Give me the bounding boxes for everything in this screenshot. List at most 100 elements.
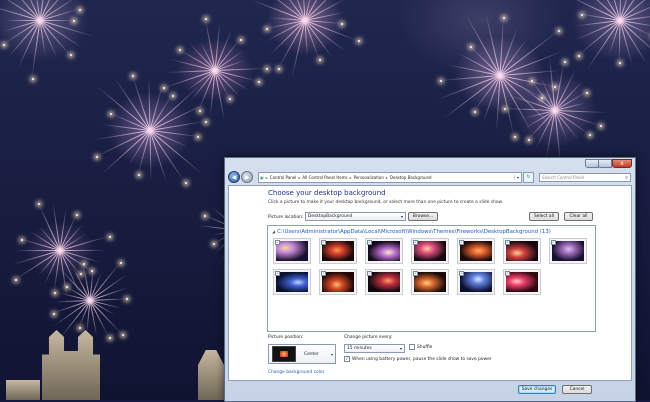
wallpaper-thumbnail[interactable]: ✓ [549, 238, 587, 264]
chevron-down-icon: ▾ [400, 214, 403, 219]
firework-ray [148, 78, 151, 131]
wallpaper-thumbnail[interactable]: ✓ [273, 269, 311, 295]
breadcrumb-item[interactable]: Personalization [354, 175, 384, 180]
search-icon[interactable]: ⚲ [625, 175, 628, 180]
wallpaper-thumbnail[interactable]: ✓ [273, 238, 311, 264]
thumbnail-checkbox[interactable]: ✓ [459, 271, 464, 276]
thumbnail-checkbox[interactable]: ✓ [413, 240, 418, 245]
address-bar[interactable]: ▣ ▸ Control Panel ▸ All Control Panel It… [258, 171, 522, 183]
wallpaper-thumbnail[interactable]: ✓ [503, 269, 541, 295]
back-button[interactable]: ◀ [228, 171, 240, 183]
breadcrumb-item[interactable]: Control Panel [270, 175, 297, 180]
refresh-button[interactable]: ↻ [523, 171, 534, 183]
firework-spark [54, 291, 57, 294]
thumbnail-checkbox[interactable]: ✓ [505, 271, 510, 276]
firework-ray [499, 75, 515, 137]
breadcrumb-item[interactable]: Desktop Background [390, 175, 432, 180]
thumbnail-checkbox[interactable]: ✓ [321, 271, 326, 276]
picture-position-select[interactable]: Center ▾ [268, 344, 336, 364]
fireworks-image [276, 272, 308, 292]
thumbnail-checkbox[interactable]: ✓ [505, 240, 510, 245]
picture-location-value: DesktopBackground [308, 214, 353, 219]
firework-spark [52, 312, 55, 315]
firework-spark [171, 94, 174, 97]
wallpaper-thumbnail[interactable]: ✓ [503, 238, 541, 264]
picture-position-value: Center [304, 351, 319, 357]
select-all-button[interactable]: Select all [529, 212, 559, 221]
fireworks-image [368, 241, 400, 261]
wallpaper-thumbnail[interactable]: ✓ [319, 238, 357, 264]
minimize-button[interactable] [585, 159, 599, 168]
fireworks-image [552, 241, 584, 261]
shuffle-label: Shuffle [417, 344, 433, 350]
search-input[interactable]: Search Control Panel ⚲ [539, 172, 631, 182]
thumbnail-checkbox[interactable]: ✓ [459, 240, 464, 245]
breadcrumb-item[interactable]: All Control Panel Items [302, 175, 347, 180]
firework-spark [577, 55, 580, 58]
picture-location-select[interactable]: DesktopBackground ▾ [305, 212, 406, 221]
cancel-button[interactable]: Cancel [562, 385, 592, 394]
chevron-down-icon[interactable]: ▾ [514, 174, 521, 180]
firework-spark [586, 91, 589, 94]
tower-right [198, 350, 224, 400]
thumbnail-checkbox[interactable]: ✓ [367, 271, 372, 276]
folder-group-header[interactable]: ◢ C:\Users\Administrator\AppData\Local\Mi… [272, 229, 551, 235]
picture-gallery[interactable]: ◢ C:\Users\Administrator\AppData\Local\Mi… [267, 225, 596, 332]
battery-pause-label: When using battery power, pause the slid… [352, 356, 492, 362]
desktop-background-window: x ◀ ▶ ▣ ▸ Control Panel ▸ All Control Pa… [224, 157, 636, 402]
firework-spark [473, 110, 476, 113]
thumbnail-checkbox[interactable]: ✓ [321, 240, 326, 245]
thumbnail-checkbox[interactable]: ✓ [367, 240, 372, 245]
firework-spark [205, 120, 208, 123]
wallpaper-thumbnail[interactable]: ✓ [365, 269, 403, 295]
forward-button[interactable]: ▶ [241, 171, 253, 183]
shuffle-checkbox[interactable]: Shuffle [409, 344, 432, 350]
page-title: Choose your desktop background [268, 189, 386, 197]
wallpaper-thumbnail[interactable]: ✓ [365, 238, 403, 264]
firework-spark [3, 43, 6, 46]
wallpaper-thumbnail[interactable]: ✓ [319, 269, 357, 295]
close-button[interactable]: x [612, 159, 632, 168]
tower-far-left [6, 380, 40, 400]
arrow-right-icon: ▶ [244, 173, 250, 181]
firework-ray [499, 75, 555, 88]
picture-position-label: Picture position: [268, 335, 304, 340]
thumbnail-checkbox[interactable]: ✓ [413, 271, 418, 276]
thumbnail-checkbox[interactable]: ✓ [551, 240, 556, 245]
change-background-color-link[interactable]: Change background color [268, 370, 324, 375]
collapse-icon[interactable]: ◢ [272, 229, 275, 234]
firework-spark [205, 18, 208, 21]
clear-all-button[interactable]: Clear all [564, 212, 593, 221]
thumbnail-checkbox[interactable]: ✓ [275, 271, 280, 276]
firework-spark [503, 107, 506, 110]
breadcrumb-separator: ▸ [385, 174, 388, 180]
wallpaper-thumbnail[interactable]: ✓ [457, 238, 495, 264]
maximize-button[interactable] [598, 159, 612, 168]
firework-spark [278, 67, 281, 70]
firework-spark [266, 67, 269, 70]
firework-spark [108, 336, 111, 339]
breadcrumb-separator: ▸ [349, 174, 352, 180]
wallpaper-thumbnail[interactable]: ✓ [411, 269, 449, 295]
change-interval-select[interactable]: 15 minutes ▾ [344, 344, 405, 353]
firework-ray [618, 20, 621, 63]
firework-spark [38, 202, 41, 205]
save-changes-button[interactable]: Save changes [518, 385, 556, 394]
firework-spark [120, 262, 123, 265]
browse-button[interactable]: Browse... [408, 212, 438, 221]
firework-spark [440, 79, 443, 82]
dialog-footer: Save changes Cancel [228, 381, 632, 399]
checkbox-icon: ✓ [344, 356, 350, 362]
fireworks-image [368, 272, 400, 292]
fireworks-image [322, 272, 354, 292]
thumbnail-checkbox[interactable]: ✓ [275, 240, 280, 245]
battery-pause-checkbox[interactable]: ✓ When using battery power, pause the sl… [344, 356, 492, 362]
control-panel-icon: ▣ [260, 174, 264, 180]
wallpaper-thumbnail[interactable]: ✓ [411, 238, 449, 264]
firework-spark [78, 8, 81, 11]
navigation-bar: ◀ ▶ ▣ ▸ Control Panel ▸ All Control Pane… [228, 170, 632, 184]
firework-spark [31, 77, 34, 80]
firework-spark [110, 112, 113, 115]
wallpaper-thumbnail[interactable]: ✓ [457, 269, 495, 295]
breadcrumb-separator: ▸ [298, 174, 301, 180]
